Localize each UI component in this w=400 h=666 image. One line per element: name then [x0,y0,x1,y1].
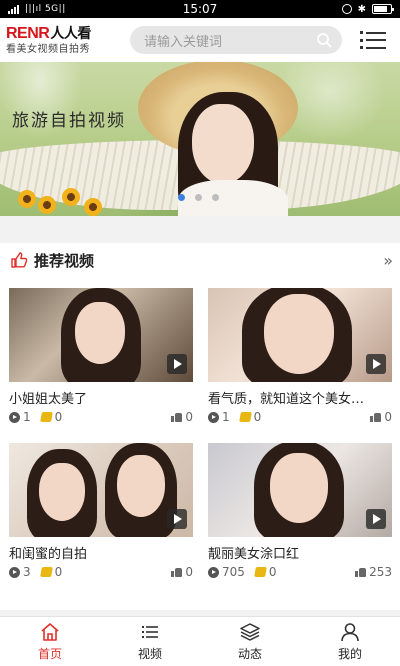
user-icon [341,622,359,641]
banner-flowers [18,188,138,216]
search-placeholder: 请输入关键词 [144,34,223,50]
list-icon [142,625,158,638]
thumbs-up-icon [11,252,28,268]
coin-icon [39,567,53,577]
play-count-icon [9,566,20,578]
banner-carousel[interactable]: 旅游自拍视频 [0,62,400,216]
banner-caption: 旅游自拍视频 [12,111,126,131]
video-grid: 小姐姐太美了 1 0 0 看气质，就知道这个美女… 1 0 0 和闺蜜的自拍 3… [0,277,400,610]
play-count-icon [208,411,219,423]
video-stats: 1 0 0 [208,409,392,425]
like-icon[interactable] [370,412,382,422]
coin-count: 0 [54,410,63,424]
like-icon[interactable] [171,567,183,577]
video-card[interactable]: 靓丽美女涂口红 705 0 253 [208,443,392,580]
more-arrow-icon[interactable]: » [383,251,393,270]
layers-icon [240,622,260,641]
video-title[interactable]: 小姐姐太美了 [9,388,193,406]
nav-profile[interactable]: 我的 [300,617,400,666]
carousel-indicators [178,194,219,201]
coin-count: 0 [253,410,262,424]
carrier-text: |||ıl 5G|| [25,4,66,14]
like-count: 253 [369,565,392,579]
coin-count: 0 [268,565,277,579]
clock: 15:07 [182,2,218,16]
video-thumbnail[interactable] [208,288,392,382]
signal-icon [8,4,19,14]
alarm-icon [341,4,352,14]
play-count-icon [9,411,20,423]
video-thumbnail[interactable] [9,443,193,537]
carousel-dot[interactable] [178,194,185,201]
nav-feed[interactable]: 动态 [200,617,300,666]
bluetooth-icon: ✱ [357,3,366,15]
nav-label: 动态 [237,646,262,661]
video-card[interactable]: 看气质，就知道这个美女… 1 0 0 [208,288,392,425]
like-count: 0 [384,410,392,424]
like-count: 0 [185,410,193,424]
coin-icon [254,567,267,577]
banner-face [192,104,254,184]
coin-count: 0 [54,565,63,579]
play-count: 705 [222,565,245,579]
nav-label: 我的 [337,646,362,661]
app-logo[interactable]: RENR人人看 看美女视频自拍秀 [6,24,118,55]
video-stats: 705 0 253 [208,564,392,580]
status-bar: |||ıl 5G|| 15:07 ✱ [0,0,400,18]
play-count: 1 [222,410,230,424]
nav-label: 视频 [137,646,162,661]
video-title[interactable]: 和闺蜜的自拍 [9,543,193,561]
bottom-nav: 首页 视频 动态 我的 [0,616,400,666]
menu-icon[interactable] [360,29,386,51]
video-thumbnail[interactable] [9,288,193,382]
like-icon[interactable] [171,412,183,422]
home-icon [41,622,59,641]
video-stats: 3 0 0 [9,564,193,580]
video-title[interactable]: 靓丽美女涂口红 [208,543,392,561]
section-title: 推荐视频 [34,251,95,270]
video-card[interactable]: 小姐姐太美了 1 0 0 [9,288,193,425]
battery-icon [372,4,394,14]
nav-video[interactable]: 视频 [100,617,200,666]
video-title[interactable]: 看气质，就知道这个美女… [208,388,392,406]
search-input[interactable]: 请输入关键词 [130,26,342,54]
video-card[interactable]: 和闺蜜的自拍 3 0 0 [9,443,193,580]
play-icon[interactable] [366,509,386,529]
top-header: RENR人人看 看美女视频自拍秀 请输入关键词 [0,18,400,62]
signal-indicator: |||ıl 5G|| [8,4,66,14]
coin-icon [238,412,252,422]
play-icon[interactable] [167,354,187,374]
video-stats: 1 0 0 [9,409,193,425]
search-icon[interactable] [316,32,332,48]
nav-label: 首页 [37,646,62,661]
like-count: 0 [185,565,193,579]
play-icon[interactable] [167,509,187,529]
carousel-dot[interactable] [195,194,202,201]
carousel-dot[interactable] [212,194,219,201]
play-count: 1 [23,410,31,424]
logo-tagline: 看美女视频自拍秀 [6,43,90,55]
play-count-icon [208,566,219,578]
coin-icon [39,412,53,422]
play-count: 3 [23,565,31,579]
recommended-section-header: 推荐视频 » [0,243,400,277]
video-thumbnail[interactable] [208,443,392,537]
logo-brand: RENR [6,24,50,42]
play-icon[interactable] [366,354,386,374]
nav-home[interactable]: 首页 [0,617,100,666]
logo-cn: 人人看 [50,24,91,41]
like-icon[interactable] [355,567,367,577]
